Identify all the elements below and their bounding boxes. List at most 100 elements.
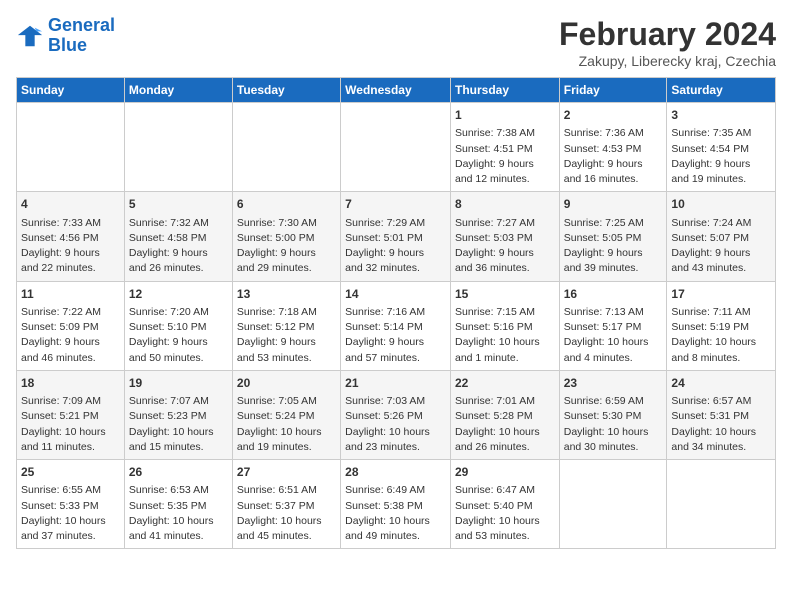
day-info: Sunset: 5:40 PM <box>455 499 555 514</box>
day-info: and 1 minute. <box>455 351 555 366</box>
day-info: Daylight: 10 hours <box>455 335 555 350</box>
day-number: 18 <box>21 375 120 392</box>
calendar-cell: 18Sunrise: 7:09 AMSunset: 5:21 PMDayligh… <box>17 370 125 459</box>
day-header-saturday: Saturday <box>667 78 776 103</box>
day-info: Sunset: 5:35 PM <box>129 499 228 514</box>
day-number: 17 <box>671 286 771 303</box>
calendar-cell: 21Sunrise: 7:03 AMSunset: 5:26 PMDayligh… <box>341 370 451 459</box>
day-header-friday: Friday <box>559 78 667 103</box>
day-number: 14 <box>345 286 446 303</box>
day-info: Sunset: 5:23 PM <box>129 409 228 424</box>
day-info: and 53 minutes. <box>237 351 336 366</box>
day-info: Daylight: 9 hours <box>455 157 555 172</box>
day-info: Sunrise: 7:33 AM <box>21 216 120 231</box>
day-info: and 4 minutes. <box>564 351 663 366</box>
day-header-thursday: Thursday <box>450 78 559 103</box>
day-info: Sunset: 5:37 PM <box>237 499 336 514</box>
day-info: and 34 minutes. <box>671 440 771 455</box>
calendar-cell <box>341 103 451 192</box>
day-info: Sunrise: 6:59 AM <box>564 394 663 409</box>
day-header-sunday: Sunday <box>17 78 125 103</box>
calendar-cell: 16Sunrise: 7:13 AMSunset: 5:17 PMDayligh… <box>559 281 667 370</box>
day-number: 28 <box>345 464 446 481</box>
day-info: and 39 minutes. <box>564 261 663 276</box>
day-info: Sunset: 5:12 PM <box>237 320 336 335</box>
calendar-cell: 22Sunrise: 7:01 AMSunset: 5:28 PMDayligh… <box>450 370 559 459</box>
day-info: Sunrise: 7:13 AM <box>564 305 663 320</box>
day-info: Sunrise: 7:05 AM <box>237 394 336 409</box>
day-info: Sunset: 5:33 PM <box>21 499 120 514</box>
day-info: and 19 minutes. <box>237 440 336 455</box>
day-info: Daylight: 10 hours <box>129 425 228 440</box>
day-info: Daylight: 9 hours <box>455 246 555 261</box>
day-number: 6 <box>237 196 336 213</box>
calendar-cell: 12Sunrise: 7:20 AMSunset: 5:10 PMDayligh… <box>124 281 232 370</box>
calendar-cell: 20Sunrise: 7:05 AMSunset: 5:24 PMDayligh… <box>232 370 340 459</box>
calendar-cell: 7Sunrise: 7:29 AMSunset: 5:01 PMDaylight… <box>341 192 451 281</box>
day-info: Sunrise: 7:22 AM <box>21 305 120 320</box>
day-info: Sunrise: 7:18 AM <box>237 305 336 320</box>
day-info: Sunset: 5:10 PM <box>129 320 228 335</box>
calendar-cell <box>559 460 667 549</box>
day-info: Sunset: 5:24 PM <box>237 409 336 424</box>
day-info: and 50 minutes. <box>129 351 228 366</box>
week-row-1: 1Sunrise: 7:38 AMSunset: 4:51 PMDaylight… <box>17 103 776 192</box>
day-info: and 32 minutes. <box>345 261 446 276</box>
day-info: Sunrise: 7:27 AM <box>455 216 555 231</box>
day-info: and 43 minutes. <box>671 261 771 276</box>
day-info: Daylight: 10 hours <box>237 425 336 440</box>
page-header: General Blue February 2024 Zakupy, Liber… <box>16 16 776 69</box>
day-info: and 30 minutes. <box>564 440 663 455</box>
day-info: Sunset: 4:56 PM <box>21 231 120 246</box>
calendar-cell: 26Sunrise: 6:53 AMSunset: 5:35 PMDayligh… <box>124 460 232 549</box>
day-info: and 29 minutes. <box>237 261 336 276</box>
day-info: Sunrise: 7:30 AM <box>237 216 336 231</box>
day-info: Sunset: 5:01 PM <box>345 231 446 246</box>
logo-blue: Blue <box>48 35 87 55</box>
day-number: 9 <box>564 196 663 213</box>
day-info: Daylight: 9 hours <box>564 246 663 261</box>
day-info: Daylight: 10 hours <box>345 514 446 529</box>
day-info: Daylight: 9 hours <box>129 246 228 261</box>
calendar-table: SundayMondayTuesdayWednesdayThursdayFrid… <box>16 77 776 549</box>
day-header-wednesday: Wednesday <box>341 78 451 103</box>
day-info: and 26 minutes. <box>129 261 228 276</box>
day-number: 27 <box>237 464 336 481</box>
day-info: Daylight: 9 hours <box>345 246 446 261</box>
day-info: Sunset: 5:16 PM <box>455 320 555 335</box>
day-info: and 41 minutes. <box>129 529 228 544</box>
day-number: 16 <box>564 286 663 303</box>
day-header-monday: Monday <box>124 78 232 103</box>
day-info: Sunrise: 7:11 AM <box>671 305 771 320</box>
day-info: Sunrise: 7:32 AM <box>129 216 228 231</box>
day-info: Sunset: 4:54 PM <box>671 142 771 157</box>
day-info: Sunset: 4:53 PM <box>564 142 663 157</box>
day-number: 10 <box>671 196 771 213</box>
calendar-cell: 17Sunrise: 7:11 AMSunset: 5:19 PMDayligh… <box>667 281 776 370</box>
day-info: and 57 minutes. <box>345 351 446 366</box>
day-number: 12 <box>129 286 228 303</box>
week-row-2: 4Sunrise: 7:33 AMSunset: 4:56 PMDaylight… <box>17 192 776 281</box>
calendar-cell: 3Sunrise: 7:35 AMSunset: 4:54 PMDaylight… <box>667 103 776 192</box>
day-info: Sunrise: 7:15 AM <box>455 305 555 320</box>
day-info: and 37 minutes. <box>21 529 120 544</box>
day-number: 5 <box>129 196 228 213</box>
day-number: 19 <box>129 375 228 392</box>
day-number: 2 <box>564 107 663 124</box>
calendar-body: 1Sunrise: 7:38 AMSunset: 4:51 PMDaylight… <box>17 103 776 549</box>
day-number: 13 <box>237 286 336 303</box>
day-header-tuesday: Tuesday <box>232 78 340 103</box>
day-info: and 26 minutes. <box>455 440 555 455</box>
day-info: Daylight: 10 hours <box>455 514 555 529</box>
day-info: Sunrise: 6:51 AM <box>237 483 336 498</box>
day-info: Sunrise: 6:49 AM <box>345 483 446 498</box>
day-info: Daylight: 10 hours <box>21 425 120 440</box>
week-row-5: 25Sunrise: 6:55 AMSunset: 5:33 PMDayligh… <box>17 460 776 549</box>
day-number: 29 <box>455 464 555 481</box>
day-info: Sunset: 5:31 PM <box>671 409 771 424</box>
day-info: and 16 minutes. <box>564 172 663 187</box>
week-row-4: 18Sunrise: 7:09 AMSunset: 5:21 PMDayligh… <box>17 370 776 459</box>
day-info: Daylight: 10 hours <box>129 514 228 529</box>
calendar-cell: 8Sunrise: 7:27 AMSunset: 5:03 PMDaylight… <box>450 192 559 281</box>
day-info: Sunrise: 7:38 AM <box>455 126 555 141</box>
